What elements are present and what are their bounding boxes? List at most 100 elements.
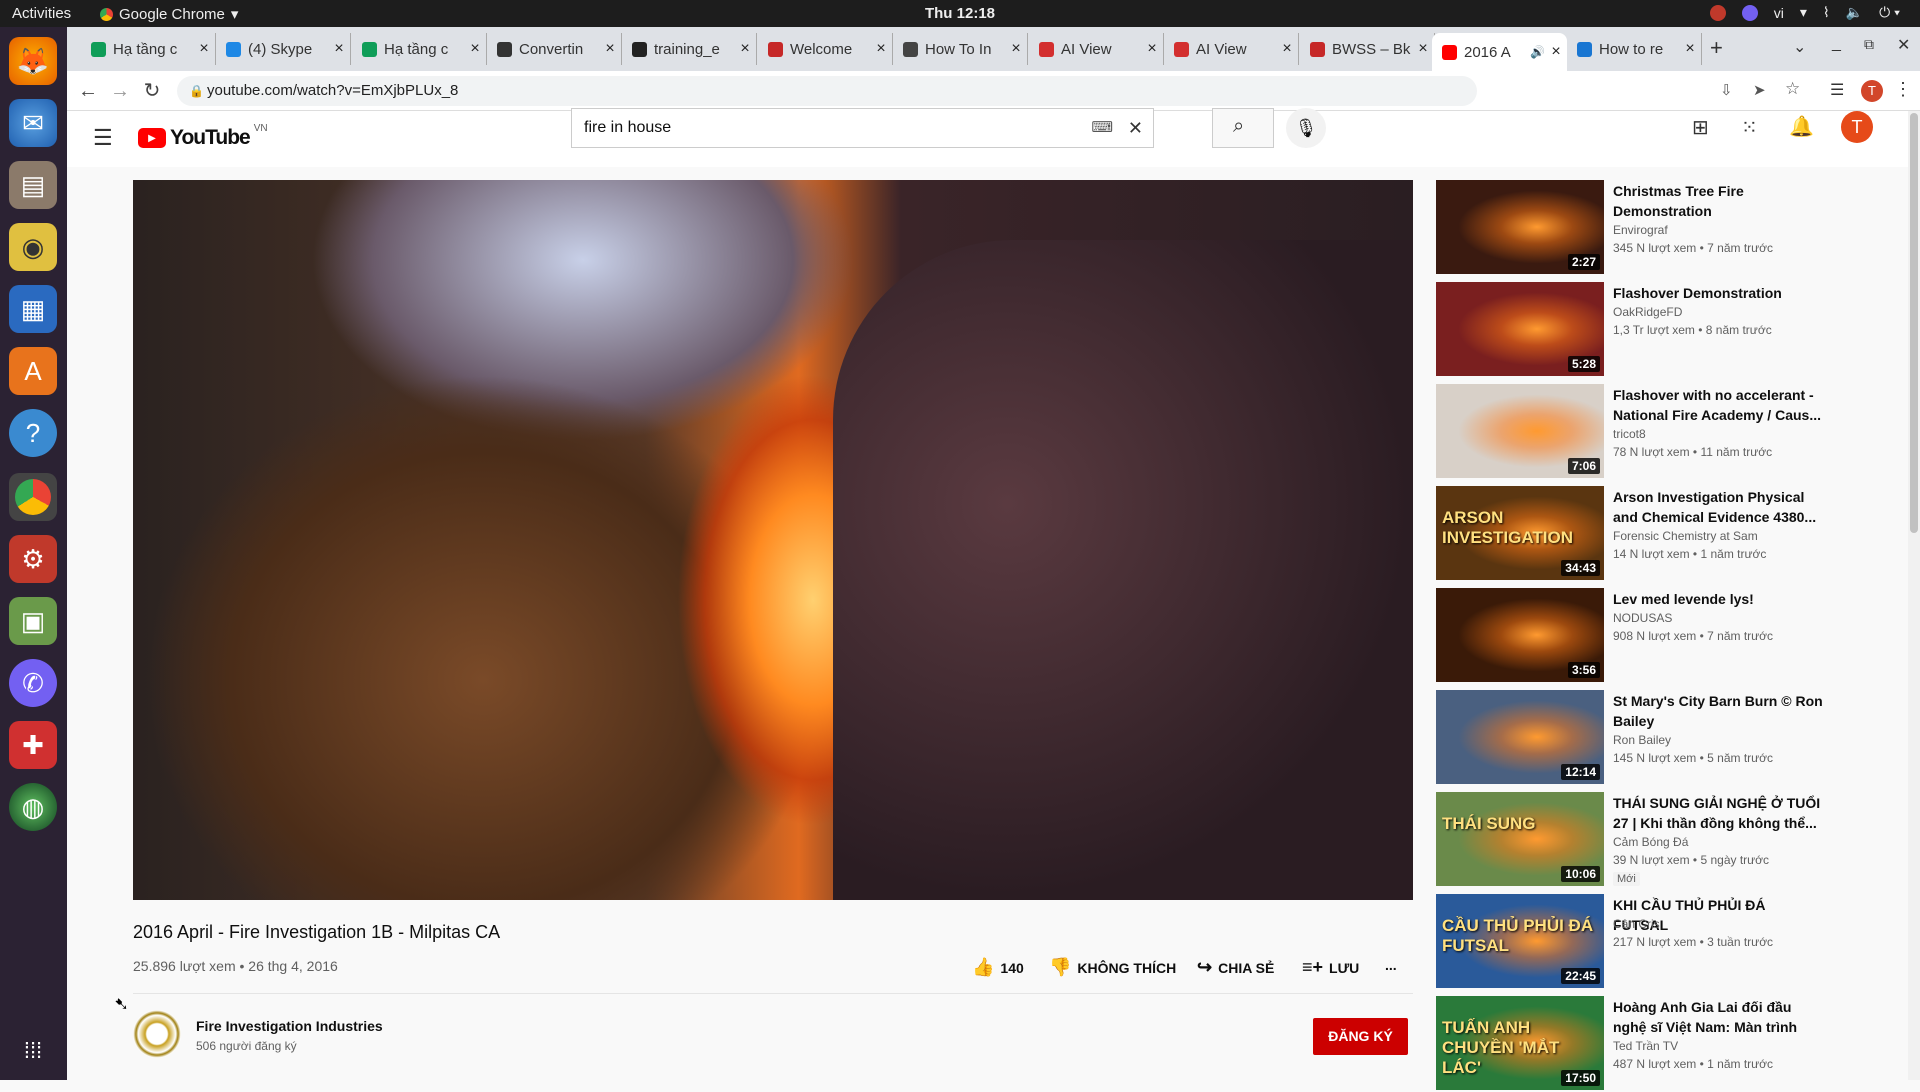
scrollbar-thumb[interactable] xyxy=(1910,113,1918,533)
related-video-card[interactable]: 2:27 Christmas Tree Fire Demonstration Env… xyxy=(1436,180,1826,276)
related-thumbnail[interactable]: 12:14 xyxy=(1436,690,1604,784)
related-channel[interactable]: Envirograf xyxy=(1613,223,1668,237)
browser-tab[interactable]: How to re × xyxy=(1567,33,1702,65)
channel-name[interactable]: Fire Investigation Industries xyxy=(196,1018,383,1034)
tab-close-icon[interactable]: × xyxy=(193,40,215,58)
video-player[interactable] xyxy=(133,180,1413,900)
related-title[interactable]: THÁI SUNG GIẢI NGHỆ Ở TUỔI 27 | Khi thần… xyxy=(1613,793,1823,833)
tab-close-icon[interactable]: × xyxy=(599,40,621,58)
like-button[interactable]: 👍 140 xyxy=(972,957,1024,978)
related-title[interactable]: Arson Investigation Physical and Chemica… xyxy=(1613,487,1823,527)
related-video-card[interactable]: 5:28 Flashover Demonstration OakRidgeFD 1,3… xyxy=(1436,282,1826,378)
related-channel[interactable]: OakRidgeFD xyxy=(1613,305,1682,319)
related-channel[interactable]: Forensic Chemistry at Sam xyxy=(1613,529,1758,543)
browser-tab[interactable]: How To In × xyxy=(893,33,1028,65)
tab-close-icon[interactable]: × xyxy=(1679,40,1701,58)
related-title[interactable]: Lev med levende lys! xyxy=(1613,589,1823,609)
chrome-menu-icon[interactable]: ⋮ xyxy=(1894,79,1912,100)
related-thumbnail[interactable]: 2:27 xyxy=(1436,180,1604,274)
related-thumbnail[interactable]: 34:43 ARSON INVESTIGATION xyxy=(1436,486,1604,580)
tab-close-icon[interactable]: × xyxy=(1276,40,1298,58)
settings-tools-icon[interactable]: ⚙ xyxy=(9,535,57,583)
vpn-shield-icon[interactable]: ✚ xyxy=(9,721,57,769)
related-channel[interactable]: NODUSAS xyxy=(1613,611,1672,625)
tab-close-icon[interactable]: × xyxy=(870,40,892,58)
create-video-icon[interactable]: ⊞ xyxy=(1692,115,1709,140)
related-title[interactable]: Christmas Tree Fire Demonstration xyxy=(1613,181,1823,221)
software-center-icon[interactable]: A xyxy=(9,347,57,395)
notifications-bell-icon[interactable]: 🔔 xyxy=(1789,114,1814,139)
related-channel[interactable]: Ron Bailey xyxy=(1613,733,1671,747)
reload-icon[interactable]: ↻ xyxy=(138,77,166,105)
related-title[interactable]: St Mary's City Barn Burn © Ron Bailey xyxy=(1613,691,1823,731)
save-button[interactable]: ≡+ LƯU xyxy=(1302,957,1359,978)
search-input[interactable]: fire in house ⌨ ✕ xyxy=(571,108,1154,148)
tab-audio-icon[interactable]: 🔊 xyxy=(1530,45,1545,59)
browser-tab[interactable]: 2016 A 🔊 × xyxy=(1432,33,1567,71)
tab-close-icon[interactable]: × xyxy=(1545,43,1567,61)
globe-app-icon[interactable]: ◍ xyxy=(9,783,57,831)
related-thumbnail[interactable]: 5:28 xyxy=(1436,282,1604,376)
address-bar[interactable]: 🔒 youtube.com/watch?v=EmXjbPLUx_8 xyxy=(177,76,1477,106)
minimize-icon[interactable]: _ xyxy=(1832,35,1841,53)
thunderbird-icon[interactable]: ✉ xyxy=(9,99,57,147)
page-scrollbar[interactable] xyxy=(1908,111,1920,1080)
related-thumbnail[interactable]: 10:06 THÁI SUNG xyxy=(1436,792,1604,886)
tab-close-icon[interactable]: × xyxy=(1005,40,1027,58)
install-icon[interactable]: ⇩ xyxy=(1720,81,1733,99)
tab-close-icon[interactable]: × xyxy=(464,40,486,58)
voice-search-icon[interactable]: 🎙 xyxy=(1286,108,1326,148)
rhythmbox-icon[interactable]: ◉ xyxy=(9,223,57,271)
related-thumbnail[interactable]: 22:45 CẦU THỦ PHỦI ĐÁ FUTSAL xyxy=(1436,894,1604,988)
related-channel[interactable]: Ted Trần TV xyxy=(1613,1039,1678,1053)
writer-icon[interactable]: ▦ xyxy=(9,285,57,333)
related-thumbnail[interactable]: 7:06 xyxy=(1436,384,1604,478)
related-video-card[interactable]: 34:43 ARSON INVESTIGATION Arson Investigat… xyxy=(1436,486,1826,582)
related-title[interactable]: Hoàng Anh Gia Lai đối đầu nghệ sĩ Việt N… xyxy=(1613,997,1823,1037)
browser-tab[interactable]: (4) Skype × xyxy=(216,33,351,65)
restore-icon[interactable]: ⧉ xyxy=(1864,36,1874,53)
new-tab-icon[interactable]: + xyxy=(1710,35,1723,61)
dislike-button[interactable]: 👎 KHÔNG THÍCH xyxy=(1049,957,1176,978)
related-thumbnail[interactable]: 17:50 TUẤN ANH CHUYỀN 'MẮT LÁC' xyxy=(1436,996,1604,1090)
bookmark-star-icon[interactable]: ☆ xyxy=(1785,79,1800,99)
firefox-icon[interactable]: 🦊 xyxy=(9,37,57,85)
help-icon[interactable]: ? xyxy=(9,409,57,457)
related-channel[interactable]: Cảm Bóng Đá xyxy=(1613,835,1688,849)
share-button[interactable]: ↪ CHIA SẺ xyxy=(1197,957,1274,978)
browser-tab[interactable]: Convertin × xyxy=(487,33,622,65)
hamburger-menu-icon[interactable]: ☰ xyxy=(93,125,113,151)
search-button[interactable]: ⌕ xyxy=(1212,108,1274,148)
browser-tab[interactable]: AI View × xyxy=(1164,33,1299,65)
related-channel[interactable]: Cân Cris xyxy=(1613,917,1660,931)
browser-tab[interactable]: Hạ tầng c × xyxy=(81,33,216,65)
channel-avatar[interactable] xyxy=(133,1010,181,1058)
photo-viewer-icon[interactable]: ▣ xyxy=(9,597,57,645)
related-video-card[interactable]: 3:56 Lev med levende lys! NODUSAS 908 N lượ… xyxy=(1436,588,1826,684)
browser-tab[interactable]: AI View × xyxy=(1029,33,1164,65)
profile-avatar[interactable]: T xyxy=(1861,80,1883,102)
related-video-card[interactable]: 7:06 Flashover with no accelerant - Natio… xyxy=(1436,384,1826,480)
browser-tab[interactable]: Welcome × xyxy=(758,33,893,65)
account-avatar[interactable]: T xyxy=(1841,111,1873,143)
forward-icon[interactable]: → xyxy=(106,77,134,105)
send-icon[interactable]: ➤ xyxy=(1753,81,1766,99)
clear-search-icon[interactable]: ✕ xyxy=(1128,109,1143,147)
tab-search-icon[interactable]: ⌄ xyxy=(1793,37,1806,57)
youtube-logo[interactable]: ▶ YouTube VN xyxy=(138,123,268,150)
language-indicator[interactable]: vi xyxy=(1774,5,1784,21)
tab-close-icon[interactable]: × xyxy=(1141,40,1163,58)
close-window-icon[interactable]: ✕ xyxy=(1897,35,1910,55)
related-channel[interactable]: tricot8 xyxy=(1613,427,1646,441)
related-title[interactable]: Flashover with no accelerant - National … xyxy=(1613,385,1823,425)
show-apps-icon[interactable]: ⁞⁞⁞ xyxy=(9,1027,57,1075)
related-video-card[interactable]: 12:14 St Mary's City Barn Burn © Ron Bail… xyxy=(1436,690,1826,786)
related-video-card[interactable]: 22:45 CẦU THỦ PHỦI ĐÁ FUTSAL KHI CẦU THỦ P… xyxy=(1436,894,1826,990)
tab-close-icon[interactable]: × xyxy=(734,40,756,58)
tab-close-icon[interactable]: × xyxy=(1412,40,1434,58)
browser-tab[interactable]: BWSS – Bk × xyxy=(1300,33,1435,65)
chrome-dock-icon[interactable] xyxy=(9,473,57,521)
related-video-card[interactable]: 10:06 THÁI SUNG THÁI SUNG GIẢI NGHỆ Ở TUỔI… xyxy=(1436,792,1826,888)
files-icon[interactable]: ▤ xyxy=(9,161,57,209)
related-title[interactable]: Flashover Demonstration xyxy=(1613,283,1823,303)
